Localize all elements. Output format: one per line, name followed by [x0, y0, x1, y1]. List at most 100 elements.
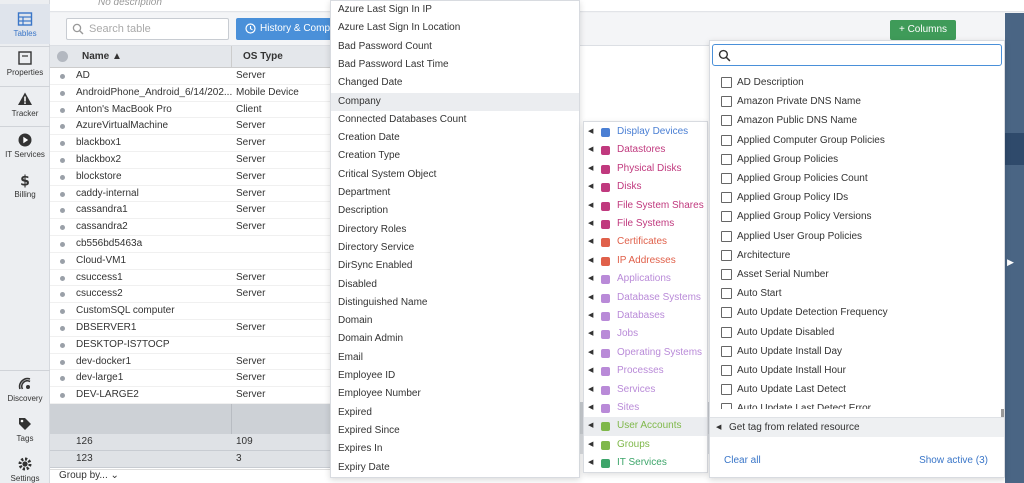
attribute-menu-item[interactable]: Changed Date	[331, 74, 579, 92]
select-all-toggle[interactable]	[57, 51, 68, 62]
attribute-menu-item[interactable]: Email	[331, 349, 579, 367]
table-row[interactable]: blackbox1 Server	[50, 135, 340, 152]
attribute-menu-item[interactable]: Distinguished Name	[331, 294, 579, 312]
column-checkbox[interactable]	[721, 345, 732, 357]
table-row[interactable]: dev-docker1 Server	[50, 354, 340, 371]
attribute-menu-item[interactable]: Creation Type	[331, 147, 579, 165]
table-row[interactable]: DBSERVER1 Server	[50, 320, 340, 337]
resource-category-item[interactable]: ◀ Applications	[584, 270, 707, 288]
table-row[interactable]: Cloud-VM1	[50, 253, 340, 270]
resource-category-item[interactable]: ◀ Operating Systems	[584, 344, 707, 362]
table-row[interactable]: csuccess1 Server	[50, 270, 340, 287]
search-table-input[interactable]	[87, 21, 225, 37]
column-option[interactable]: Auto Update Install Day	[710, 342, 1004, 361]
column-checkbox[interactable]	[721, 173, 732, 184]
group-by-select[interactable]: Group by... ⌄	[59, 470, 119, 481]
resource-category-item[interactable]: ◀ Services	[584, 381, 707, 399]
resource-category-item[interactable]: ◀ Sites	[584, 399, 707, 417]
row-select-dot[interactable]	[60, 174, 65, 180]
table-row[interactable]: dev-large1 Server	[50, 370, 340, 388]
table-row[interactable]: csuccess2 Server	[50, 286, 340, 304]
column-option[interactable]: Auto Update Detection Frequency	[710, 303, 1004, 322]
column-search-input[interactable]	[735, 47, 997, 63]
column-checkbox[interactable]	[721, 96, 732, 108]
column-option[interactable]: Auto Update Install Hour	[710, 361, 1004, 380]
attribute-menu-item[interactable]: Critical System Object	[331, 166, 579, 184]
column-option[interactable]: Applied Group Policies Count	[710, 169, 1004, 188]
resource-category-item[interactable]: ◀ Groups	[584, 436, 707, 454]
column-option[interactable]: Auto Update Disabled	[710, 323, 1004, 342]
attribute-menu-item[interactable]: Domain Admin	[331, 330, 579, 348]
attribute-menu-item[interactable]: Company	[331, 92, 579, 111]
column-checkbox[interactable]	[721, 134, 732, 146]
attribute-menu-item[interactable]: Directory Service	[331, 239, 579, 257]
resource-category-item[interactable]: ◀ User Accounts	[584, 417, 707, 436]
nav-it-services[interactable]: IT Services	[0, 132, 50, 168]
table-row[interactable]: AD Server	[50, 68, 340, 85]
row-select-dot[interactable]	[60, 191, 65, 197]
resource-category-item[interactable]: ◀ Databases	[584, 307, 707, 325]
resource-category-item[interactable]: ◀ IP Addresses	[584, 252, 707, 270]
nav-properties[interactable]: Properties	[0, 50, 50, 86]
attribute-menu-item[interactable]: DirSync Enabled	[331, 257, 579, 275]
attribute-menu-item[interactable]: Connected Databases Count	[331, 111, 579, 129]
column-checkbox[interactable]	[721, 269, 732, 280]
row-select-dot[interactable]	[60, 208, 65, 214]
resource-category-item[interactable]: ◀ File System Shares	[584, 197, 707, 215]
attribute-menu-item[interactable]: Directory Roles	[331, 221, 579, 239]
column-checkbox[interactable]	[721, 230, 732, 242]
collapse-arrow-icon[interactable]: ▶	[1007, 257, 1014, 268]
column-option[interactable]: Architecture	[710, 246, 1004, 265]
attribute-menu-item[interactable]: Employee Number	[331, 385, 579, 403]
row-select-dot[interactable]	[60, 258, 65, 264]
row-select-dot[interactable]	[60, 376, 65, 382]
attribute-menu-item[interactable]: Expired	[331, 404, 579, 422]
attribute-menu-item[interactable]: Azure Last Sign In IP	[331, 1, 579, 19]
resource-category-item[interactable]: ◀ Disks	[584, 178, 707, 196]
column-header-os-type[interactable]: OS Type	[243, 51, 283, 62]
attribute-menu-item[interactable]: Description	[331, 202, 579, 220]
resource-category-item[interactable]: ◀ Display Devices	[584, 123, 707, 141]
column-option[interactable]: Applied Group Policy IDs	[710, 188, 1004, 207]
column-checkbox[interactable]	[721, 365, 732, 376]
table-row[interactable]: AzureVirtualMachine Server	[50, 118, 340, 136]
table-row[interactable]: AndroidPhone_Android_6/14/202... Mobile D…	[50, 85, 340, 102]
column-checkbox[interactable]	[721, 211, 732, 223]
column-checkbox[interactable]	[721, 384, 732, 396]
column-checkbox[interactable]	[721, 192, 732, 204]
row-select-dot[interactable]	[60, 90, 65, 96]
column-option[interactable]: Amazon Private DNS Name	[710, 92, 1004, 111]
resource-category-item[interactable]: ◀ Jobs	[584, 325, 707, 343]
column-checkbox[interactable]	[721, 77, 732, 88]
row-select-dot[interactable]	[60, 225, 65, 231]
show-active-link[interactable]: Show active (3)	[919, 455, 988, 466]
row-select-dot[interactable]	[60, 275, 65, 281]
nav-billing[interactable]: $ Billing	[0, 172, 50, 208]
row-select-dot[interactable]	[60, 309, 65, 315]
table-row[interactable]: cassandra1 Server	[50, 202, 340, 220]
row-select-dot[interactable]	[60, 393, 65, 399]
row-select-dot[interactable]	[60, 325, 65, 331]
attribute-menu-item[interactable]: Domain	[331, 312, 579, 330]
column-checkbox[interactable]	[721, 288, 732, 300]
table-row[interactable]: DESKTOP-IS7TOCP	[50, 337, 340, 354]
row-select-dot[interactable]	[60, 241, 65, 247]
resource-category-item[interactable]: ◀ Database Systems	[584, 289, 707, 307]
resource-category-item[interactable]: ◀ Physical Disks	[584, 160, 707, 178]
resource-category-item[interactable]: ◀ IT Services	[584, 454, 707, 472]
column-option[interactable]: Applied Group Policy Versions	[710, 207, 1004, 226]
table-row[interactable]: DEV-LARGE2 Server	[50, 387, 340, 404]
attribute-menu-item[interactable]: Creation Date	[331, 129, 579, 147]
row-select-dot[interactable]	[60, 292, 65, 298]
row-select-dot[interactable]	[60, 157, 65, 163]
column-checkbox[interactable]	[721, 326, 732, 338]
column-checkbox[interactable]	[721, 249, 732, 261]
column-checkbox[interactable]	[721, 153, 732, 165]
nav-discovery[interactable]: Discovery	[0, 376, 50, 412]
column-option[interactable]: AD Description	[710, 73, 1004, 92]
attribute-menu-item[interactable]: Department	[331, 184, 579, 202]
row-select-dot[interactable]	[60, 107, 65, 113]
column-option[interactable]: Auto Start	[710, 284, 1004, 303]
column-checkbox[interactable]	[721, 403, 732, 409]
row-select-dot[interactable]	[60, 74, 65, 79]
